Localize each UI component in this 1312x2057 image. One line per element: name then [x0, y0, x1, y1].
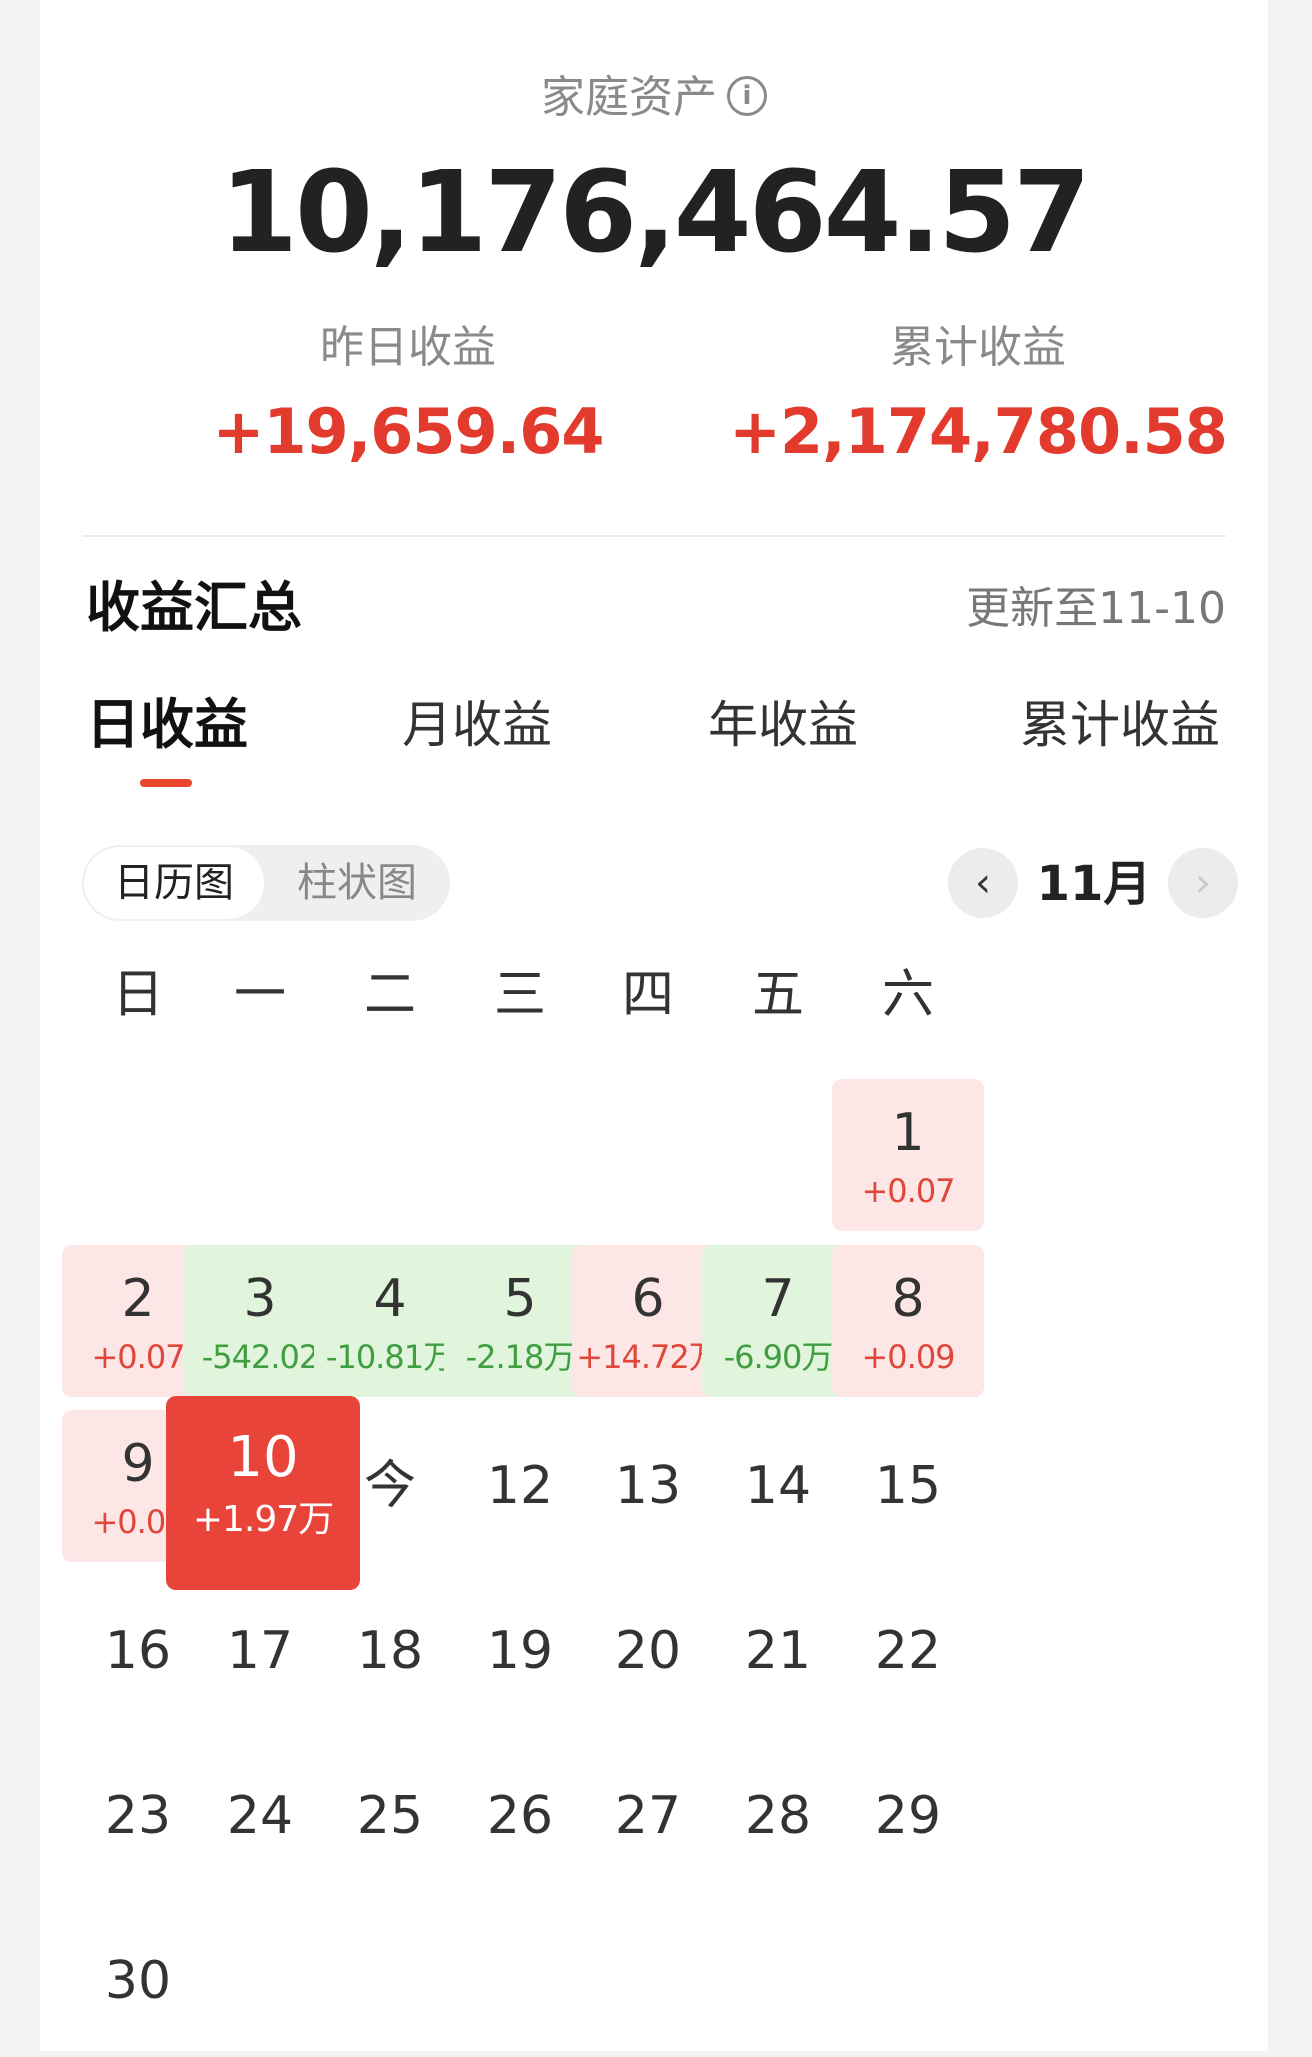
day-earnings: +0.07 — [861, 1172, 955, 1210]
weekday-label: 五 — [751, 965, 804, 1025]
assets-card: 家庭资产 i 10,176,464.57 昨日收益 +19,659.64 累计收益… — [40, 0, 1268, 2051]
calendar-view-button[interactable]: 日历图 — [84, 847, 264, 919]
day-number: 29 — [874, 1786, 942, 1846]
weekday-label: 一 — [233, 965, 286, 1025]
month-label: 11月 — [1036, 856, 1152, 912]
view-toggle: 日历图 柱状图 — [82, 845, 450, 921]
tab-monthly[interactable]: 月收益 — [402, 690, 552, 760]
total-earnings-label: 累计收益 — [890, 322, 1066, 373]
tab-daily[interactable]: 日收益 — [86, 690, 248, 760]
weekday-label: 六 — [881, 965, 934, 1025]
tab-cumulative[interactable]: 累计收益 — [1020, 690, 1220, 760]
chevron-right-icon[interactable]: › — [1168, 848, 1238, 918]
asset-header: 家庭资产 i — [40, 68, 1268, 128]
day-number: 15 — [874, 1456, 942, 1516]
yesterday-earnings-label: 昨日收益 — [320, 322, 496, 373]
calendar-day[interactable]: 15 — [832, 1410, 984, 1562]
info-icon[interactable]: i — [727, 76, 767, 116]
tab-yearly[interactable]: 年收益 — [708, 690, 858, 760]
day-number: 22 — [874, 1621, 942, 1681]
calendar-day[interactable]: 22 — [832, 1575, 984, 1727]
day-earnings: +0.09 — [861, 1338, 955, 1376]
asset-title: 家庭资产 — [541, 72, 717, 123]
update-date: 更新至11-10 — [966, 583, 1226, 634]
weekday-label: 四 — [621, 965, 674, 1025]
day-number: 1 — [891, 1103, 925, 1163]
yesterday-earnings-value: +19,659.64 — [212, 395, 604, 468]
tab-active-indicator — [140, 779, 192, 787]
calendar-day[interactable]: 30 — [62, 1905, 214, 2057]
day-number: 30 — [104, 1951, 172, 2011]
total-earnings-value: +2,174,780.58 — [729, 395, 1228, 468]
calendar-day[interactable]: 1 +0.07 — [832, 1079, 984, 1231]
bar-view-button[interactable]: 柱状图 — [264, 845, 450, 921]
calendar-day[interactable]: 29 — [832, 1740, 984, 1892]
divider — [82, 535, 1226, 537]
asset-total-value: 10,176,464.57 — [220, 148, 1091, 278]
weekday-label: 二 — [363, 965, 416, 1025]
calendar-day[interactable]: 8 +0.09 — [832, 1245, 984, 1397]
day-number: 8 — [891, 1269, 925, 1329]
chevron-left-icon[interactable]: ‹ — [948, 848, 1018, 918]
section-title: 收益汇总 — [86, 576, 302, 639]
